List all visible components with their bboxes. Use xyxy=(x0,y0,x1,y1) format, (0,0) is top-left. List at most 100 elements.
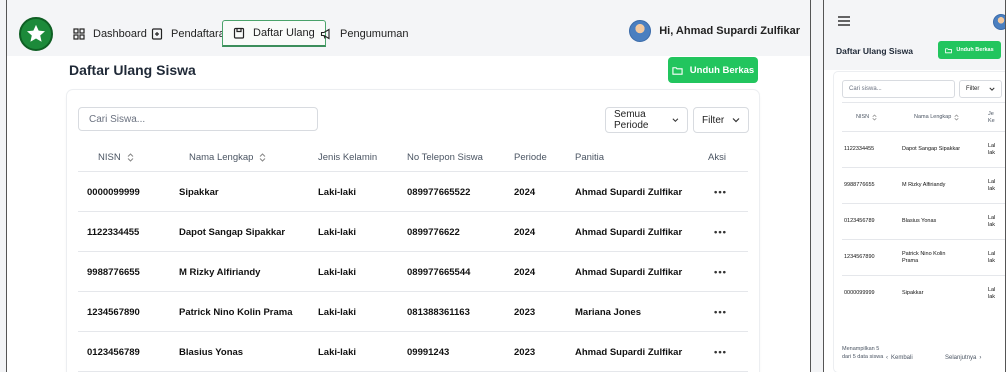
cell-nisn: 1234567890 xyxy=(844,254,875,261)
cell-nama: Dapot Sangap Sipakkar xyxy=(902,146,961,153)
cell-telepon: 089977665544 xyxy=(407,266,471,278)
row-actions-button[interactable]: ••• xyxy=(714,292,727,332)
cell-nama: Blasius Yonas xyxy=(179,346,244,358)
search-placeholder: Cari siswa... xyxy=(849,86,882,92)
cell-nama: Patrick Nino Kolin Prama xyxy=(902,250,946,264)
mobile-table-header: NISN Nama Lengkap Je Ke xyxy=(842,103,1005,131)
header-label: Je xyxy=(988,110,994,117)
cell-nisn: 0123456789 xyxy=(87,346,140,358)
top-navbar: Dashboard Pendaftaran Daftar Ulang Pengu… xyxy=(7,0,810,56)
cell-jenis-kelamin: Laki-laki xyxy=(318,226,357,238)
grid-icon xyxy=(73,27,85,40)
cell-nisn: 1122334455 xyxy=(844,146,875,153)
cell-text: lak xyxy=(988,294,996,300)
row-actions-button[interactable]: ••• xyxy=(714,252,727,292)
cell-text: lak xyxy=(988,186,996,192)
cell-telepon: 0899776622 xyxy=(407,226,460,238)
header-nama[interactable]: Nama Lengkap xyxy=(914,103,959,131)
cell-text: Lal xyxy=(988,214,996,221)
prev-page-button[interactable]: ‹ Kembali xyxy=(886,351,913,365)
cell-telepon: 089977665522 xyxy=(407,186,471,198)
cell-telepon: 081388361163 xyxy=(407,306,470,318)
table-row[interactable]: 1122334455 Dapot Sangap Sipakkar Lal lak xyxy=(842,131,1005,168)
mobile-topbar xyxy=(824,0,1005,70)
table-row[interactable]: 0000099999 Sipakkar Lal lak xyxy=(842,275,1005,311)
header-label: Ke xyxy=(988,117,995,124)
header-nisn[interactable]: NISN xyxy=(856,103,877,131)
mobile-pagination: Menampilkan 5 dari 5 data siswa ‹ Kembal… xyxy=(842,343,1005,372)
filter-dropdown[interactable]: Filter xyxy=(693,107,749,133)
avatar xyxy=(629,20,652,42)
nav-tab-label: Dashboard xyxy=(93,27,147,40)
header-telepon: No Telepon Siswa xyxy=(407,151,483,163)
cell-jenis-kelamin-truncated: Lal lak xyxy=(988,168,995,204)
form-icon xyxy=(151,27,163,40)
chevron-right-icon: › xyxy=(979,355,982,361)
hamburger-menu-icon[interactable] xyxy=(838,16,850,26)
cell-jenis-kelamin-truncated: Lal lak xyxy=(988,132,995,168)
chevron-down-icon xyxy=(732,118,740,123)
clipboard-icon xyxy=(233,27,245,39)
row-actions-button[interactable]: ••• xyxy=(714,332,727,372)
header-label: Nama Lengkap xyxy=(914,114,952,120)
mobile-view: Daftar Ulang Siswa Unduh Berkas Cari sis… xyxy=(823,0,1006,372)
cell-text: Lal xyxy=(988,250,996,257)
header-periode: Periode xyxy=(514,151,547,163)
cell-panitia: Ahmad Supardi Zulfikar xyxy=(575,186,683,198)
table-row[interactable]: 0000099999 Sipakkar Laki-laki 0899776655… xyxy=(78,172,748,212)
header-nama[interactable]: Nama Lengkap xyxy=(189,142,266,172)
search-input[interactable]: Cari Siswa... xyxy=(78,107,318,131)
header-nisn[interactable]: NISN xyxy=(98,142,134,172)
sort-icon xyxy=(127,152,134,162)
nav-tab-pengumuman[interactable]: Pengumuman xyxy=(310,20,419,47)
cell-nisn: 0000099999 xyxy=(87,186,140,198)
period-select[interactable]: Semua Periode xyxy=(605,107,688,133)
download-label: Unduh Berkas xyxy=(689,64,755,76)
cell-panitia: Ahmad Supardi Zulfikar xyxy=(575,346,683,358)
header-panitia: Panitia xyxy=(575,151,605,163)
mobile-search-input[interactable]: Cari siswa... xyxy=(842,80,955,98)
table-row[interactable]: 1122334455 Dapot Sangap Sipakkar Laki-la… xyxy=(78,212,748,252)
page-title: Daftar Ulang Siswa xyxy=(69,62,196,78)
student-table: NISN Nama Lengkap Jenis Kelamin No Telep… xyxy=(78,142,748,372)
table-header: NISN Nama Lengkap Jenis Kelamin No Telep… xyxy=(78,142,748,172)
table-row[interactable]: 1234567890 Patrick Nino Kolin Prama Lal l… xyxy=(842,239,1005,276)
cell-nisn: 1234567890 xyxy=(87,306,140,318)
cell-jenis-kelamin: Laki-laki xyxy=(318,346,357,358)
cell-nama: Dapot Sangap Sipakkar xyxy=(179,226,286,238)
table-row[interactable]: 9988776655 M Rizky Alfiriandy Lal lak xyxy=(842,167,1005,204)
filter-label: Filter xyxy=(966,86,980,92)
table-row[interactable]: 1234567890 Patrick Nino Kolin Prama Laki… xyxy=(78,292,748,332)
school-logo[interactable] xyxy=(19,17,53,51)
table-row[interactable]: 9988776655 M Rizky Alfiriandy Laki-laki … xyxy=(78,252,748,292)
cell-text: Lal xyxy=(988,178,996,185)
download-label: Unduh Berkas xyxy=(956,47,994,53)
mobile-filter-dropdown[interactable]: Filter xyxy=(959,80,1002,98)
cell-text: Lal xyxy=(988,142,996,149)
mobile-table-card: Cari siswa... Filter NISN Nama Lengkap J… xyxy=(834,72,1005,372)
sort-icon xyxy=(872,113,877,121)
cell-jenis-kelamin-truncated: Lal lak xyxy=(988,240,995,276)
table-row[interactable]: 0123456789 Blasius Yonas Lal lak xyxy=(842,203,1005,240)
cell-nama: Sipakkar xyxy=(902,290,924,297)
next-page-button[interactable]: Selanjutnya › xyxy=(945,351,981,365)
chevron-down-icon xyxy=(989,87,995,91)
user-greeting: Hi, Ahmad Supardi Zulfikar xyxy=(659,25,800,37)
mobile-download-button[interactable]: Unduh Berkas xyxy=(938,41,1001,59)
cell-jenis-kelamin: Laki-laki xyxy=(318,186,357,198)
row-actions-button[interactable]: ••• xyxy=(714,172,727,212)
search-placeholder: Cari Siswa... xyxy=(89,113,146,125)
desktop-view: Dashboard Pendaftaran Daftar Ulang Pengu… xyxy=(6,0,811,372)
row-actions-button[interactable]: ••• xyxy=(714,212,727,252)
header-label: NISN xyxy=(856,114,870,120)
header-jenis-kelamin-truncated: Je Ke xyxy=(988,103,995,131)
cell-panitia: Mariana Jones xyxy=(575,306,641,318)
avatar[interactable] xyxy=(993,14,1005,30)
user-menu[interactable]: Hi, Ahmad Supardi Zulfikar xyxy=(629,20,800,42)
cell-periode: 2023 xyxy=(514,346,536,358)
table-row[interactable]: 0123456789 Blasius Yonas Laki-laki 09991… xyxy=(78,332,748,372)
download-button[interactable]: Unduh Berkas xyxy=(668,57,758,83)
cell-nisn: 9988776655 xyxy=(844,182,875,189)
cell-jenis-kelamin-truncated: Lal lak xyxy=(988,204,995,240)
header-label: NISN xyxy=(98,151,121,163)
